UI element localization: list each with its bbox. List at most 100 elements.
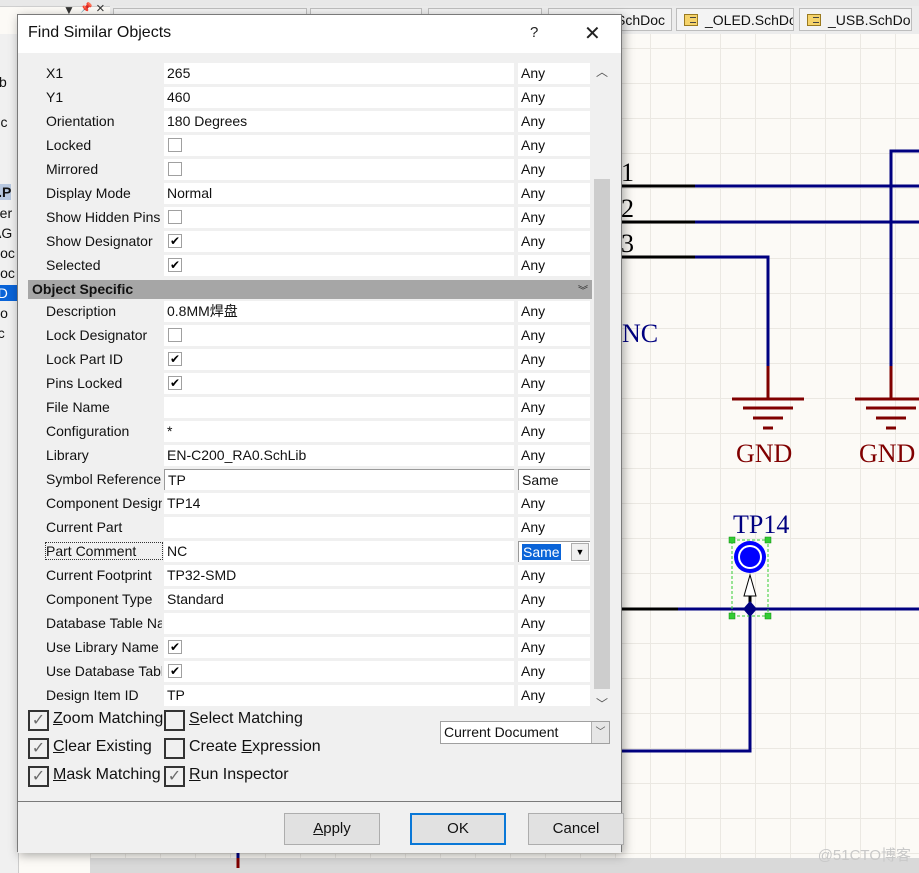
checkbox[interactable]: ✔ <box>168 640 182 654</box>
panel-fragment[interactable]: Doc <box>0 245 15 261</box>
match-mode-select[interactable]: Any <box>518 135 590 156</box>
match-mode-select[interactable]: Any <box>518 87 590 108</box>
match-mode-select[interactable]: Any <box>518 493 590 514</box>
scroll-thumb[interactable] <box>594 179 610 689</box>
match-mode-select[interactable]: Any <box>518 637 590 658</box>
panel-fragment[interactable]: oc <box>0 325 5 341</box>
checkbox[interactable]: ✔ <box>168 376 182 390</box>
match-mode-select[interactable]: Same ▼ <box>518 541 590 562</box>
checkbox[interactable] <box>168 328 182 342</box>
panel-fragment[interactable]: AG <box>0 225 12 241</box>
match-mode-select[interactable]: Any <box>518 421 590 442</box>
property-value[interactable]: 180 Degrees <box>164 111 514 132</box>
property-value[interactable]: ✔ <box>164 661 514 682</box>
match-mode-select[interactable]: Any <box>518 373 590 394</box>
property-value[interactable] <box>164 517 514 538</box>
property-value[interactable]: ✔ <box>164 637 514 658</box>
panel-fragment[interactable]: Do <box>0 305 8 321</box>
checkbox[interactable]: ✔ <box>168 258 182 272</box>
property-value[interactable]: 0.8MM焊盘 <box>164 301 514 322</box>
checkbox[interactable] <box>164 710 185 731</box>
property-value[interactable]: ✔ <box>164 231 514 252</box>
property-grid-scrollbar[interactable]: ︿ ﹀ <box>594 63 610 711</box>
checkbox[interactable]: ✓ <box>28 738 49 759</box>
property-value[interactable]: ✔ <box>164 373 514 394</box>
checkbox[interactable] <box>164 738 185 759</box>
match-mode-select[interactable]: Any <box>518 613 590 634</box>
property-value[interactable]: * <box>164 421 514 442</box>
help-button[interactable]: ? <box>530 24 538 41</box>
match-mode-select[interactable]: Any <box>518 565 590 586</box>
property-value[interactable] <box>164 207 514 228</box>
property-value[interactable]: Standard <box>164 589 514 610</box>
property-value[interactable]: 265 <box>164 63 514 84</box>
checkbox[interactable]: ✔ <box>168 234 182 248</box>
checkbox[interactable]: ✓ <box>28 710 49 731</box>
match-mode-select[interactable]: Any <box>518 63 590 84</box>
match-mode-select[interactable]: Any <box>518 183 590 204</box>
doc-tab[interactable]: _OLED.SchDoc <box>676 8 794 31</box>
property-value[interactable]: EN-C200_RA0.SchLib <box>164 445 514 466</box>
checkbox[interactable]: ✔ <box>168 352 182 366</box>
match-mode-select[interactable]: Any <box>518 517 590 538</box>
property-value[interactable]: TP14 <box>164 493 514 514</box>
ok-button[interactable]: OK <box>410 813 506 845</box>
checkbox[interactable]: ✓ <box>164 766 185 787</box>
dropdown-arrow-icon[interactable]: ▼ <box>571 543 589 561</box>
match-mode-select[interactable]: Any <box>518 397 590 418</box>
horizontal-scrollbar[interactable] <box>90 858 919 873</box>
property-value[interactable] <box>164 325 514 346</box>
cancel-button[interactable]: Cancel <box>528 813 624 845</box>
match-mode-select[interactable]: Any <box>518 231 590 252</box>
dialog-titlebar[interactable]: Find Similar Objects ? ✕ <box>18 15 621 53</box>
match-mode-select[interactable]: Any <box>518 445 590 466</box>
panel-fragment[interactable]: Doc <box>0 265 15 281</box>
checkbox[interactable] <box>168 210 182 224</box>
doc-tab[interactable]: _USB.SchDoc <box>799 8 912 31</box>
property-value[interactable] <box>164 159 514 180</box>
checkbox[interactable]: ✔ <box>168 664 182 678</box>
property-value[interactable]: NC <box>164 541 514 562</box>
checkbox[interactable] <box>168 138 182 152</box>
match-mode-select[interactable]: Same <box>518 469 590 490</box>
property-value[interactable]: TP <box>164 469 514 490</box>
match-mode-select[interactable]: Any <box>518 159 590 180</box>
collapse-icon[interactable]: ︾ <box>578 282 588 297</box>
apply-button[interactable]: Apply <box>284 813 380 845</box>
property-value[interactable] <box>164 397 514 418</box>
panel-fragment[interactable]: D.P <box>0 184 12 200</box>
section-header-object-specific[interactable]: Object Specific ︾ <box>28 280 592 299</box>
selection-handle[interactable] <box>764 612 772 620</box>
close-button[interactable]: ✕ <box>584 21 601 46</box>
match-mode-select[interactable]: Any <box>518 111 590 132</box>
selection-handle[interactable] <box>728 612 736 620</box>
property-value[interactable]: 460 <box>164 87 514 108</box>
match-mode-select[interactable]: Any <box>518 301 590 322</box>
property-value[interactable] <box>164 613 514 634</box>
panel-fragment[interactable]: mer <box>0 205 12 221</box>
chevron-down-icon[interactable]: ﹀ <box>591 722 609 743</box>
match-mode-select[interactable]: Any <box>518 325 590 346</box>
property-value[interactable]: ✔ <box>164 349 514 370</box>
selection-handle[interactable] <box>728 536 736 544</box>
match-mode-select[interactable]: Any <box>518 207 590 228</box>
match-mode-select[interactable]: Any <box>518 685 590 706</box>
match-mode-select[interactable]: Any <box>518 661 590 682</box>
property-value[interactable]: ✔ <box>164 255 514 276</box>
checkbox[interactable]: ✓ <box>28 766 49 787</box>
property-value[interactable]: Normal <box>164 183 514 204</box>
scroll-up-icon[interactable]: ︿ <box>594 63 610 79</box>
option-label: Create Expression <box>189 738 321 755</box>
checkbox[interactable] <box>168 162 182 176</box>
net-label[interactable]: NC <box>622 319 658 348</box>
scroll-down-icon[interactable]: ﹀ <box>594 695 610 711</box>
match-mode-select[interactable]: Any <box>518 349 590 370</box>
selection-handle[interactable] <box>764 536 772 544</box>
match-mode-select[interactable]: Any <box>518 255 590 276</box>
pin-icon[interactable]: 📌 <box>80 3 92 14</box>
property-value[interactable] <box>164 135 514 156</box>
match-mode-select[interactable]: Any <box>518 589 590 610</box>
scope-dropdown[interactable]: Current Document ﹀ <box>440 721 610 744</box>
property-value[interactable]: TP <box>164 685 514 706</box>
property-value[interactable]: TP32-SMD <box>164 565 514 586</box>
